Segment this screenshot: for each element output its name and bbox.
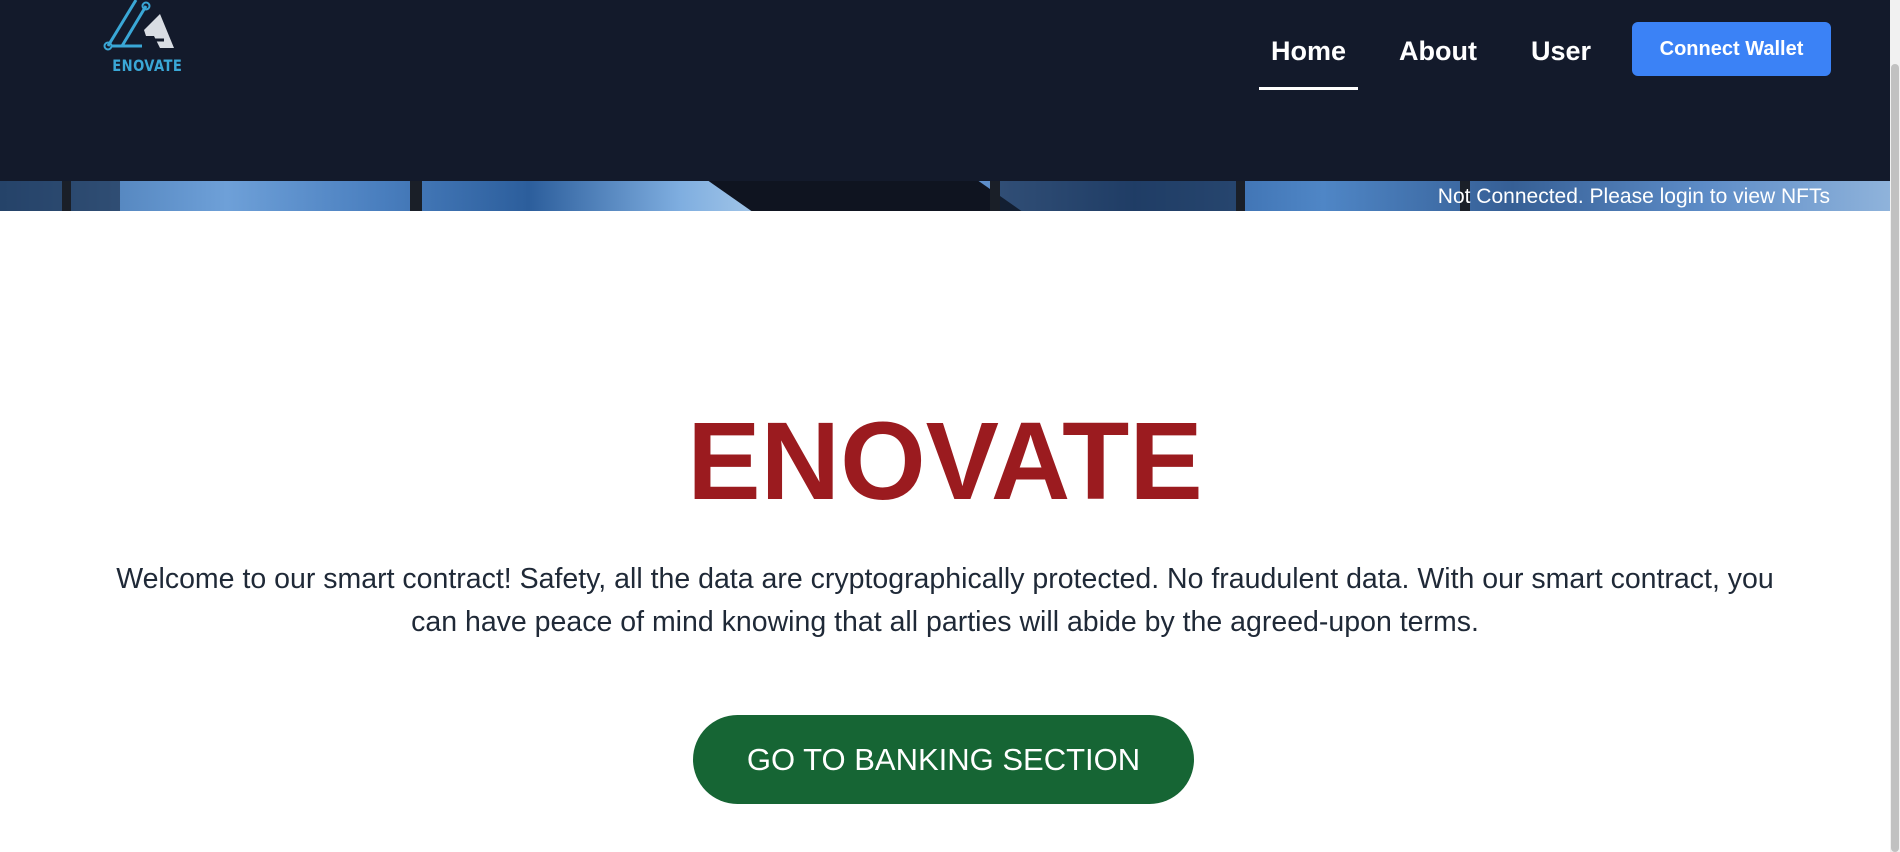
banner-pillar	[1236, 181, 1245, 211]
banner-pillar	[62, 181, 71, 211]
nav-link-about[interactable]: About	[1399, 36, 1477, 67]
site-logo[interactable]: ENOVATE	[102, 0, 183, 80]
active-nav-indicator	[1259, 87, 1358, 90]
banner-shadow	[1000, 181, 1240, 211]
banner-image-strip: Not Connected. Please login to view NFTs	[0, 181, 1890, 211]
banner-shadow	[0, 181, 120, 211]
banner-pillar	[410, 181, 422, 211]
hero-title: ENOVATE	[687, 400, 1203, 523]
go-to-banking-button[interactable]: GO TO BANKING SECTION	[693, 715, 1194, 804]
enovate-logo-icon	[103, 0, 174, 51]
connect-wallet-button[interactable]: Connect Wallet	[1632, 22, 1831, 76]
hero-description: Welcome to our smart contract! Safety, a…	[116, 563, 1774, 638]
top-navbar: ENOVATE Home About User Connect Wallet	[0, 0, 1890, 181]
banner-pillar	[990, 181, 1000, 211]
connection-status-text: Not Connected. Please login to view NFTs	[1437, 185, 1830, 208]
nav-link-home[interactable]: Home	[1271, 36, 1346, 67]
scrollbar-thumb[interactable]	[1891, 64, 1899, 852]
logo-text: ENOVATE	[112, 56, 183, 75]
nav-link-user[interactable]: User	[1531, 36, 1591, 67]
